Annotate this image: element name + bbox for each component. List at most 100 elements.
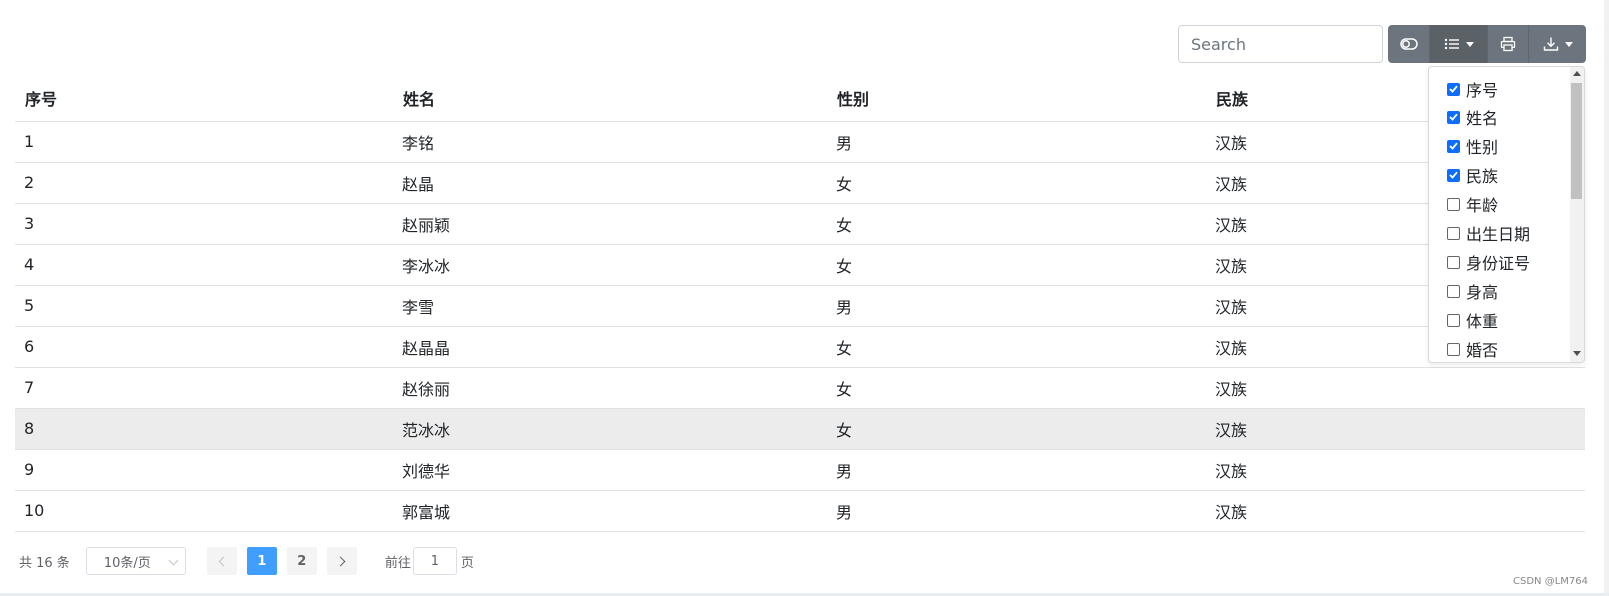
cell-name: 李铭 <box>393 121 827 163</box>
column-toggle-label: 民族 <box>1466 167 1499 186</box>
checkbox-unchecked-icon[interactable] <box>1447 255 1460 269</box>
checkbox-unchecked-icon[interactable] <box>1447 197 1460 211</box>
goto-prefix: 前往 <box>384 555 411 571</box>
toggle-icon <box>1399 38 1418 50</box>
column-toggle-item[interactable]: 民族 <box>1447 163 1498 187</box>
cell-index: 5 <box>15 285 393 327</box>
search-input[interactable] <box>1178 25 1383 63</box>
columns-button[interactable] <box>1429 25 1487 63</box>
column-toggle-item[interactable]: 性别 <box>1447 134 1498 158</box>
goto-page: 前往 页 <box>385 547 474 575</box>
table-row[interactable]: 2 赵晶 女 汉族 <box>15 162 1585 204</box>
cell-gender: 女 <box>827 203 1206 245</box>
column-toggle-item[interactable]: 序号 <box>1447 77 1498 101</box>
page-button-current[interactable]: 1 <box>246 547 277 575</box>
cell-gender: 女 <box>827 367 1206 409</box>
watermark: CSDN @LM764 <box>1513 576 1588 587</box>
cell-gender: 女 <box>827 244 1206 286</box>
cell-name: 赵晶 <box>393 162 827 204</box>
cell-name: 赵晶晶 <box>393 326 827 368</box>
table-row[interactable]: 6 赵晶晶 女 汉族 <box>15 326 1585 368</box>
cell-name: 刘德华 <box>393 449 827 491</box>
checkbox-checked-icon[interactable] <box>1447 82 1460 96</box>
column-toggle-item[interactable]: 年龄 <box>1447 192 1498 216</box>
page-size-value: 10条/页 <box>103 555 151 571</box>
column-toggle-item[interactable]: 出生日期 <box>1447 221 1530 245</box>
checkbox-unchecked-icon[interactable] <box>1447 284 1460 298</box>
chevron-down-icon <box>1564 41 1573 47</box>
table-row[interactable]: 7 赵徐丽 女 汉族 <box>15 367 1585 409</box>
column-toggle-item[interactable]: 婚否 <box>1447 337 1498 361</box>
column-toggle-label: 身份证号 <box>1466 254 1531 273</box>
prev-page-button[interactable] <box>206 547 237 575</box>
column-header-index[interactable]: 序号 <box>15 76 393 122</box>
table-header-row: 序号 姓名 性别 民族 <box>15 76 1585 122</box>
scroll-up-arrow-icon[interactable] <box>1573 71 1581 76</box>
cell-ethnicity: 汉族 <box>1206 490 1585 532</box>
page-button[interactable]: 2 <box>286 547 317 575</box>
dropdown-scrollbar[interactable] <box>1570 67 1584 362</box>
column-toggle-item[interactable]: 体重 <box>1447 308 1498 332</box>
cell-index: 3 <box>15 203 393 245</box>
cell-index: 8 <box>15 408 393 450</box>
table-row[interactable]: 5 李雪 男 汉族 <box>15 285 1585 327</box>
checkbox-checked-icon[interactable] <box>1447 139 1460 153</box>
cell-ethnicity: 汉族 <box>1206 449 1585 491</box>
scrollbar-thumb[interactable] <box>1571 83 1582 199</box>
cell-ethnicity: 汉族 <box>1206 408 1585 450</box>
checkbox-unchecked-icon[interactable] <box>1447 226 1460 240</box>
next-page-button[interactable] <box>326 547 357 575</box>
column-header-gender[interactable]: 性别 <box>827 76 1206 122</box>
column-toggle-label: 年龄 <box>1466 196 1499 215</box>
cell-index: 1 <box>15 121 393 163</box>
cell-index: 10 <box>15 490 393 532</box>
checkbox-checked-icon[interactable] <box>1447 168 1460 182</box>
table-row[interactable]: 9 刘德华 男 汉族 <box>15 449 1585 491</box>
chevron-down-icon <box>168 555 179 566</box>
column-toggle-item[interactable]: 姓名 <box>1447 105 1498 129</box>
column-header-name[interactable]: 姓名 <box>393 76 827 122</box>
printer-icon <box>1500 36 1516 52</box>
scroll-down-arrow-icon[interactable] <box>1573 351 1581 356</box>
table-row[interactable]: 1 李铭 男 汉族 <box>15 121 1585 163</box>
column-toggle-item[interactable]: 身高 <box>1447 279 1498 303</box>
cell-gender: 男 <box>827 285 1206 327</box>
table-row-hovered[interactable]: 8 范冰冰 女 汉族 <box>15 408 1585 450</box>
cell-gender: 男 <box>827 121 1206 163</box>
chevron-right-icon <box>335 556 346 566</box>
cell-name: 李雪 <box>393 285 827 327</box>
goto-suffix: 页 <box>460 555 474 571</box>
cell-name: 赵徐丽 <box>393 367 827 409</box>
column-toggle-label: 出生日期 <box>1466 225 1531 244</box>
cell-gender: 女 <box>827 408 1206 450</box>
table-row[interactable]: 10 郭富城 男 汉族 <box>15 490 1585 532</box>
cell-index: 9 <box>15 449 393 491</box>
toolbar-button-group <box>1388 25 1586 63</box>
download-icon <box>1543 36 1559 52</box>
table-row[interactable]: 4 李冰冰 女 汉族 <box>15 244 1585 286</box>
export-button[interactable] <box>1528 25 1586 63</box>
window-edge <box>1604 0 1609 596</box>
cell-gender: 女 <box>827 326 1206 368</box>
column-toggle-label: 序号 <box>1466 81 1499 100</box>
table-row[interactable]: 3 赵丽颖 女 汉族 <box>15 203 1585 245</box>
cell-index: 7 <box>15 367 393 409</box>
cell-ethnicity: 汉族 <box>1206 367 1585 409</box>
checkbox-unchecked-icon[interactable] <box>1447 313 1460 327</box>
columns-dropdown-menu: 序号 姓名 性别 民族 年龄 出生日期 身份证号 身高 体重 婚否 <box>1428 66 1585 363</box>
cell-index: 4 <box>15 244 393 286</box>
column-toggle-label: 婚否 <box>1466 341 1499 360</box>
cell-name: 赵丽颖 <box>393 203 827 245</box>
column-toggle-item[interactable]: 身份证号 <box>1447 250 1530 274</box>
column-toggle-label: 性别 <box>1466 138 1499 157</box>
list-icon <box>1444 38 1460 50</box>
checkbox-checked-icon[interactable] <box>1447 110 1460 124</box>
toggle-view-button[interactable] <box>1388 25 1429 63</box>
column-toggle-label: 身高 <box>1466 283 1499 302</box>
goto-page-input[interactable] <box>412 547 457 575</box>
cell-name: 李冰冰 <box>393 244 827 286</box>
page-size-select[interactable]: 10条/页 <box>85 547 186 575</box>
cell-name: 郭富城 <box>393 490 827 532</box>
checkbox-unchecked-icon[interactable] <box>1447 342 1460 356</box>
print-button[interactable] <box>1487 25 1528 63</box>
